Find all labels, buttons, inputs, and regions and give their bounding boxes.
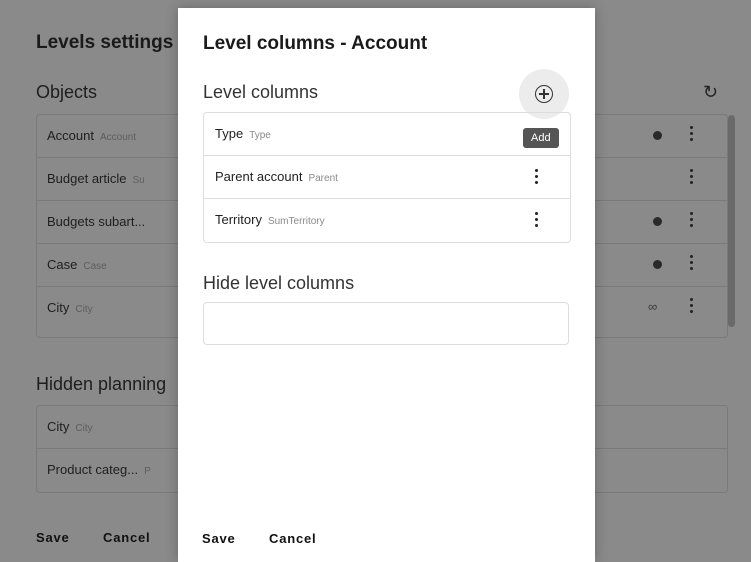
hide-level-columns-input[interactable]	[203, 302, 569, 345]
item-sub: City	[75, 304, 93, 315]
more-vertical-icon[interactable]	[689, 126, 693, 141]
item-sub: Case	[83, 261, 107, 272]
more-vertical-icon[interactable]	[689, 255, 693, 270]
item-name: Product categ...	[47, 462, 139, 477]
status-dot-icon	[653, 131, 662, 140]
level-columns-dialog: Level columns - Account Level columns Ty…	[178, 8, 595, 562]
more-vertical-icon[interactable]	[535, 169, 538, 184]
status-dot-icon	[653, 260, 662, 269]
list-item[interactable]: Type Type	[204, 113, 570, 156]
status-dot-icon	[653, 217, 662, 226]
dialog-cancel-button[interactable]: Cancel	[269, 531, 316, 546]
add-circle-icon	[535, 85, 553, 103]
item-sub: Su	[132, 175, 145, 186]
save-button[interactable]: Save	[36, 530, 70, 545]
more-vertical-icon[interactable]	[689, 298, 693, 313]
refresh-icon[interactable]: ↻	[703, 82, 718, 103]
item-name: Account	[47, 128, 94, 143]
item-sub: Account	[99, 132, 137, 143]
item-name: City	[47, 419, 70, 434]
item-name: City	[47, 300, 70, 315]
page-title: Levels settings	[36, 32, 174, 53]
column-sub: SumTerritory	[267, 216, 325, 227]
link-icon: ∞	[648, 299, 658, 314]
objects-section-label: Objects	[36, 82, 98, 102]
column-name: Type	[215, 126, 244, 141]
scrollbar[interactable]	[728, 115, 735, 327]
more-vertical-icon[interactable]	[689, 212, 693, 227]
level-columns-list: Type Type Parent account Parent Territory S…	[203, 112, 571, 243]
list-item[interactable]: Territory SumTerritory	[204, 199, 570, 242]
column-name: Territory	[215, 212, 262, 227]
dialog-save-button[interactable]: Save	[202, 531, 236, 546]
cancel-button[interactable]: Cancel	[103, 530, 150, 545]
column-sub: Type	[249, 130, 271, 141]
more-vertical-icon[interactable]	[535, 212, 538, 227]
column-name: Parent account	[215, 169, 303, 184]
hide-level-columns-label: Hide level columns	[203, 273, 355, 293]
item-name: Budget article	[47, 171, 127, 186]
column-sub: Parent	[308, 173, 338, 184]
list-item[interactable]: Parent account Parent	[204, 156, 570, 199]
hidden-section-label: Hidden planning	[36, 374, 167, 394]
add-tooltip: Add	[523, 128, 559, 148]
item-name: Budgets subart...	[47, 214, 146, 229]
item-sub: P	[144, 466, 151, 477]
dialog-title: Level columns - Account	[203, 33, 428, 54]
more-vertical-icon[interactable]	[689, 169, 693, 184]
item-sub: City	[75, 423, 93, 434]
item-name: Case	[47, 257, 78, 272]
level-columns-label: Level columns	[203, 82, 319, 102]
